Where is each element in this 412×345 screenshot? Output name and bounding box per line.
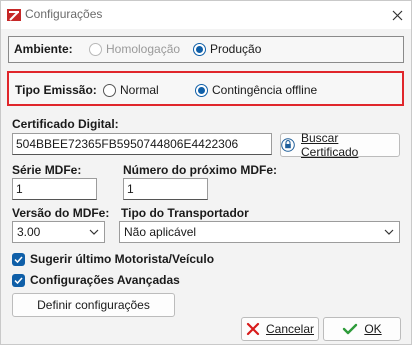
radio-homologacao[interactable]: Homologação (89, 42, 180, 56)
radio-normal[interactable]: Normal (103, 83, 159, 97)
versao-select[interactable]: 3.00 (12, 221, 105, 243)
proximo-label: Número do próximo MDFe: (123, 163, 278, 177)
sugerir-label: Sugerir último Motorista/Veículo (30, 252, 215, 266)
ambiente-label: Ambiente: (14, 42, 73, 56)
definir-configuracoes-label: Definir configurações (37, 298, 150, 312)
check-icon (14, 255, 23, 263)
close-button[interactable] (383, 1, 411, 29)
versao-value: 3.00 (17, 225, 41, 239)
proximo-field[interactable]: 1 (123, 178, 208, 200)
cancel-icon (246, 322, 260, 336)
radio-homologacao-indicator (89, 42, 102, 56)
definir-configuracoes-button[interactable]: Definir configurações (12, 293, 175, 317)
radio-producao-label: Produção (210, 42, 262, 56)
radio-producao-indicator (193, 42, 206, 56)
serie-field[interactable]: 1 (12, 178, 97, 200)
certificado-field[interactable]: 504BBEE72365FB5950744806E4422306 (12, 133, 272, 155)
sugerir-checkbox-box (12, 252, 25, 266)
ambiente-group: Ambiente: Homologação Produção (8, 36, 404, 63)
radio-contingencia-label: Contingência offline (212, 83, 318, 97)
radio-producao[interactable]: Produção (193, 42, 261, 56)
chevron-down-icon (89, 229, 99, 235)
cancel-label: Cancelar (265, 322, 315, 336)
tipo-emissao-label: Tipo Emissão: (15, 83, 97, 97)
radio-normal-label: Normal (120, 83, 159, 97)
certificado-label: Certificado Digital: (12, 117, 119, 131)
app-icon (7, 9, 21, 21)
avancadas-checkbox-box (12, 273, 25, 287)
lock-icon (281, 138, 295, 152)
transportador-label: Tipo do Transportador (121, 206, 249, 220)
radio-contingencia[interactable]: Contingência offline (195, 83, 317, 97)
check-icon (14, 276, 23, 284)
radio-homologacao-label: Homologação (106, 42, 181, 56)
transportador-value: Não aplicável (124, 225, 197, 239)
versao-label: Versão do MDFe: (12, 206, 110, 220)
ok-button[interactable]: OK (323, 317, 401, 341)
sugerir-checkbox[interactable]: Sugerir último Motorista/Veículo (12, 252, 214, 266)
radio-normal-indicator (103, 83, 116, 97)
title-bar: Configurações (1, 1, 411, 29)
close-icon (392, 10, 402, 20)
cancel-button[interactable]: Cancelar (241, 317, 319, 341)
avancadas-checkbox[interactable]: Configurações Avançadas (12, 273, 180, 287)
chevron-down-icon (384, 229, 394, 235)
tipo-emissao-group: Tipo Emissão: Normal Contingência offlin… (7, 71, 404, 106)
radio-contingencia-indicator (195, 83, 208, 97)
buscar-certificado-button[interactable]: Buscar Certificado (280, 131, 400, 159)
serie-label: Série MDFe: (12, 163, 82, 177)
settings-dialog: Configurações Ambiente: Homologação Prod… (0, 0, 412, 345)
window-title: Configurações (25, 7, 103, 21)
buscar-certificado-label: Buscar Certificado (301, 131, 359, 159)
transportador-select[interactable]: Não aplicável (119, 221, 400, 243)
avancadas-label: Configurações Avançadas (30, 273, 180, 287)
ok-label: OK (364, 322, 382, 336)
checkmark-icon (343, 323, 358, 335)
